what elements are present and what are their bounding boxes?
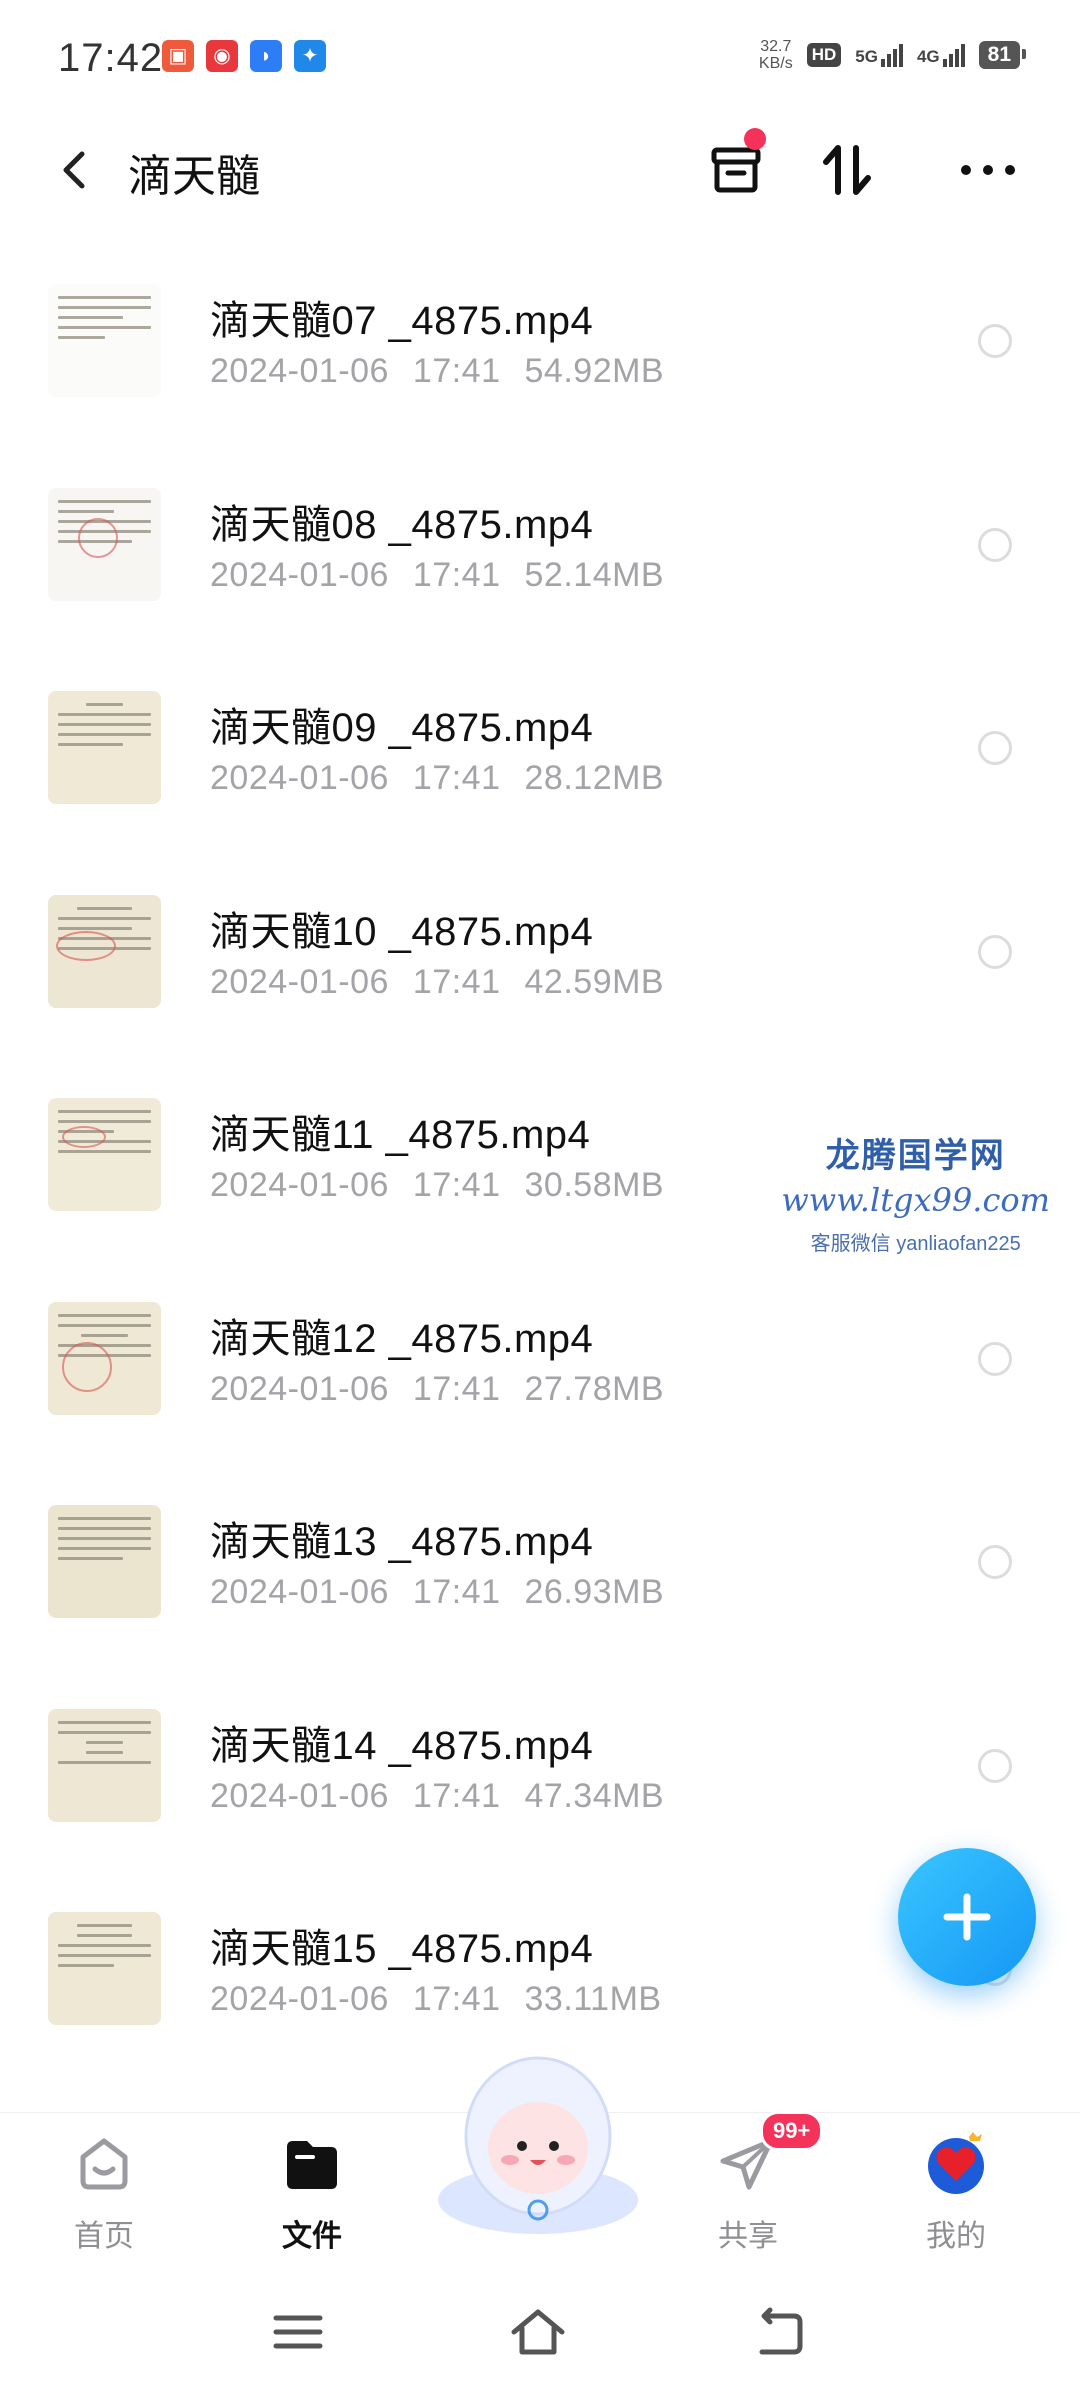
file-name: 滴天髓07 _4875.mp4 bbox=[210, 299, 594, 343]
video-thumbnail bbox=[48, 894, 161, 1008]
file-name: 滴天髓09 _4875.mp4 bbox=[210, 706, 594, 750]
video-thumbnail bbox=[48, 691, 161, 804]
app-notification-icon: ◗ bbox=[250, 40, 282, 72]
select-radio[interactable] bbox=[978, 324, 1012, 358]
more-dots-icon bbox=[961, 165, 1015, 175]
more-button[interactable] bbox=[952, 134, 1024, 206]
file-name: 滴天髓15 _4875.mp4 bbox=[210, 1927, 594, 1971]
video-thumbnail bbox=[48, 1098, 161, 1211]
home-icon bbox=[80, 2138, 128, 2190]
file-name: 滴天髓14 _4875.mp4 bbox=[210, 1723, 594, 1768]
file-row[interactable]: 滴天髓07 _4875.mp4 2024-01-06 17:41 54.92MB bbox=[0, 240, 1080, 444]
select-radio[interactable] bbox=[978, 731, 1012, 765]
select-radio[interactable] bbox=[978, 1341, 1012, 1376]
avatar bbox=[928, 2132, 984, 2194]
sort-button[interactable] bbox=[812, 134, 884, 206]
notification-icons: ▣ ◉ ◗ ✦ bbox=[162, 40, 326, 72]
select-radio[interactable] bbox=[978, 527, 1012, 562]
folder-icon bbox=[287, 2141, 337, 2189]
file-row[interactable]: 滴天髓10 _4875.mp4 2024-01-06 17:41 42.59MB bbox=[0, 851, 1080, 1055]
hd-icon: HD bbox=[806, 43, 842, 67]
file-name: 滴天髓10 _4875.mp4 bbox=[210, 909, 594, 954]
video-thumbnail bbox=[48, 1708, 161, 1822]
file-row[interactable]: 滴天髓09 _4875.mp4 2024-01-06 17:41 28.12MB bbox=[0, 647, 1080, 851]
mascot-button[interactable] bbox=[428, 2050, 648, 2240]
select-radio[interactable] bbox=[978, 1545, 1012, 1579]
file-meta: 2024-01-06 17:41 27.78MB bbox=[210, 1369, 665, 1408]
file-meta: 2024-01-06 17:41 26.93MB bbox=[210, 1573, 665, 1611]
app-notification-icon: ✦ bbox=[294, 40, 326, 72]
tab-share[interactable]: 99+ 共享 bbox=[668, 2111, 828, 2263]
tab-home[interactable]: 首页 bbox=[24, 2113, 184, 2263]
share-badge: 99+ bbox=[760, 2111, 824, 2151]
tab-files[interactable]: 文件 bbox=[232, 2113, 392, 2263]
app-notification-icon: ◉ bbox=[206, 40, 238, 72]
app-notification-icon: ▣ bbox=[162, 40, 194, 72]
battery-icon: 81 bbox=[978, 41, 1027, 69]
select-radio[interactable] bbox=[978, 1748, 1012, 1783]
status-indicators: 32.7 KB/s HD 5G 4G 81 bbox=[758, 38, 1027, 72]
file-row[interactable]: 滴天髓13 _4875.mp4 2024-01-06 17:41 26.93MB bbox=[0, 1461, 1080, 1665]
video-thumbnail bbox=[48, 284, 161, 397]
menu-icon[interactable] bbox=[268, 2302, 328, 2362]
app-header: 滴天髓 bbox=[0, 120, 1080, 220]
file-row[interactable]: 滴天髓14 _4875.mp4 2024-01-06 17:41 47.34MB bbox=[0, 1665, 1080, 1869]
file-list: 滴天髓07 _4875.mp4 2024-01-06 17:41 54.92MB 滴… bbox=[0, 240, 1080, 2072]
status-bar: 17:42 ▣ ◉ ◗ ✦ 32.7 KB/s HD 5G 4G 81 bbox=[0, 0, 1080, 120]
file-meta: 2024-01-06 17:41 42.59MB bbox=[210, 962, 665, 1001]
notification-dot bbox=[744, 128, 766, 150]
file-meta: 2024-01-06 17:41 33.11MB bbox=[210, 1980, 662, 2018]
file-meta: 2024-01-06 17:41 28.12MB bbox=[210, 759, 665, 797]
page-title: 滴天髓 bbox=[128, 152, 260, 201]
status-time: 17:42 bbox=[58, 36, 164, 80]
sort-icon bbox=[823, 145, 871, 195]
video-thumbnail bbox=[48, 1301, 161, 1415]
home-nav-icon[interactable] bbox=[508, 2302, 568, 2362]
file-meta: 2024-01-06 17:41 52.14MB bbox=[210, 555, 665, 594]
signal-5g-icon: 5G bbox=[855, 43, 903, 67]
file-row[interactable]: 滴天髓08 _4875.mp4 2024-01-06 17:41 52.14MB bbox=[0, 444, 1080, 648]
file-meta: 2024-01-06 17:41 47.34MB bbox=[210, 1776, 665, 1815]
video-thumbnail bbox=[48, 1912, 161, 2025]
plus-icon bbox=[943, 1893, 991, 1941]
add-button[interactable] bbox=[898, 1848, 1036, 1986]
tab-mine[interactable]: 我的 bbox=[876, 2113, 1036, 2263]
file-name: 滴天髓08 _4875.mp4 bbox=[210, 502, 594, 547]
file-name: 滴天髓11 _4875.mp4 bbox=[210, 1113, 591, 1157]
signal-4g-icon: 4G bbox=[917, 43, 965, 67]
file-meta: 2024-01-06 17:41 54.92MB bbox=[210, 352, 665, 390]
back-button[interactable] bbox=[48, 142, 104, 198]
file-row[interactable]: 滴天髓11 _4875.mp4 2024-01-06 17:41 30.58MB bbox=[0, 1054, 1080, 1258]
network-speed: 32.7 KB/s bbox=[758, 38, 793, 72]
chevron-left-icon bbox=[63, 151, 85, 189]
file-meta: 2024-01-06 17:41 30.58MB bbox=[210, 1166, 665, 1204]
select-radio[interactable] bbox=[978, 934, 1012, 969]
file-row[interactable]: 滴天髓12 _4875.mp4 2024-01-06 17:41 27.78MB bbox=[0, 1258, 1080, 1462]
file-name: 滴天髓12 _4875.mp4 bbox=[210, 1316, 594, 1361]
video-thumbnail bbox=[48, 1505, 161, 1618]
back-nav-icon[interactable] bbox=[748, 2302, 808, 2362]
archive-button[interactable] bbox=[700, 128, 772, 206]
file-name: 滴天髓13 _4875.mp4 bbox=[210, 1520, 594, 1564]
video-thumbnail bbox=[48, 487, 161, 601]
system-nav-bar bbox=[0, 2262, 1080, 2400]
